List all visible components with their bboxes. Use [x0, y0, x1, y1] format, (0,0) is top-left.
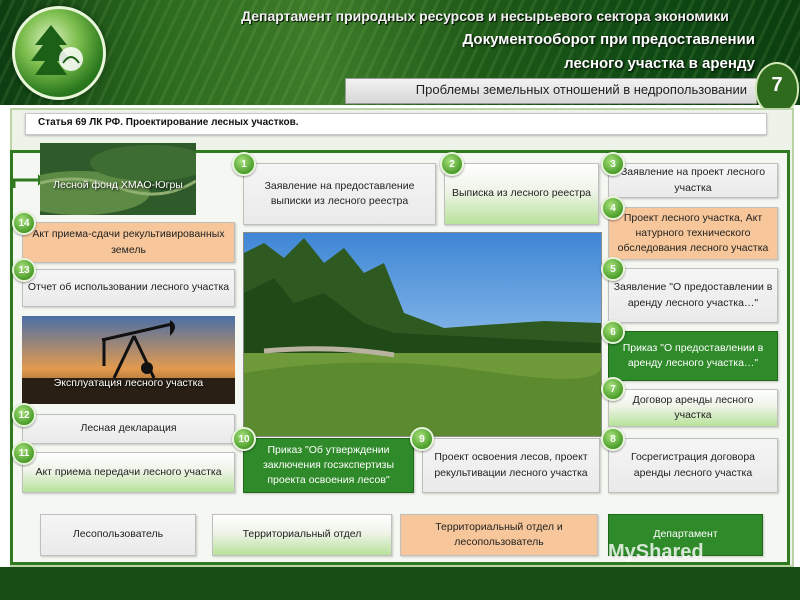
step-4-box: Проект лесного участка, Акт натурного те… — [608, 207, 778, 260]
step-5-box: Заявление "О предоставлении в аренду лес… — [608, 268, 778, 323]
step-4-badge: 4 — [601, 196, 625, 220]
forest-fund-label: Лесной фонд ХМАО-Югры — [53, 179, 183, 191]
exploitation-label: Эксплуатация лесного участка — [53, 377, 204, 389]
step-11-box: Акт приема передачи лесного участка — [22, 452, 235, 493]
step-12-badge: 12 — [12, 403, 36, 427]
step-1-box: Заявление на предоставление выписки из л… — [243, 163, 436, 225]
step-7-box: Договор аренды лесного участка — [608, 389, 778, 427]
page-title-line1: Документооборот при предоставлении — [462, 31, 755, 48]
department-logo — [12, 6, 106, 100]
step-8-box: Госрегистрация договора аренды лесного у… — [608, 438, 778, 493]
step-7-badge: 7 — [601, 377, 625, 401]
footer-band — [0, 567, 800, 600]
step-14-badge: 14 — [12, 211, 36, 235]
step-9-box: Проект освоения лесов, проект рекультива… — [422, 438, 600, 493]
step-10-box: Приказ "Об утверждении заключения госэкс… — [243, 438, 414, 493]
step-10-badge: 10 — [232, 427, 256, 451]
forest-landscape-photo — [243, 232, 602, 437]
step-1-badge: 1 — [232, 152, 256, 176]
fir-tree-icon — [31, 25, 83, 75]
step-2-badge: 2 — [440, 152, 464, 176]
step-12-box: Лесная декларация — [22, 414, 235, 444]
article-title: Статья 69 ЛК РФ. Проектирование лесных у… — [38, 117, 299, 128]
page-subtitle: Проблемы земельных отношений в недрополь… — [415, 82, 747, 97]
legend-forest-user: Лесопользователь — [40, 514, 196, 556]
step-11-badge: 11 — [12, 441, 36, 465]
step-5-badge: 5 — [601, 257, 625, 281]
step-6-badge: 6 — [601, 320, 625, 344]
step-8-badge: 8 — [601, 427, 625, 451]
department-name: Департамент природных ресурсов и несырье… — [241, 8, 729, 24]
step-13-badge: 13 — [12, 258, 36, 282]
legend-territorial-and-user: Территориальный отдел и лесопользователь — [400, 514, 598, 556]
page-number: 7 — [771, 74, 783, 96]
step-14-box: Акт приема-сдачи рекультивированных земе… — [22, 222, 235, 263]
step-2-box: Выписка из лесного реестра — [444, 163, 599, 225]
legend-territorial-department: Территориальный отдел — [212, 514, 392, 556]
page-title-line2: лесного участка в аренду — [564, 55, 755, 72]
step-3-badge: 3 — [601, 152, 625, 176]
step-6-box: Приказ "О предоставлении в аренду лесног… — [608, 331, 778, 381]
step-13-box: Отчет об использовании лесного участка — [22, 269, 235, 307]
step-3-box: Заявление на проект лесного участка — [608, 163, 778, 198]
watermark: MyShared — [608, 541, 704, 563]
step-9-badge: 9 — [410, 427, 434, 451]
